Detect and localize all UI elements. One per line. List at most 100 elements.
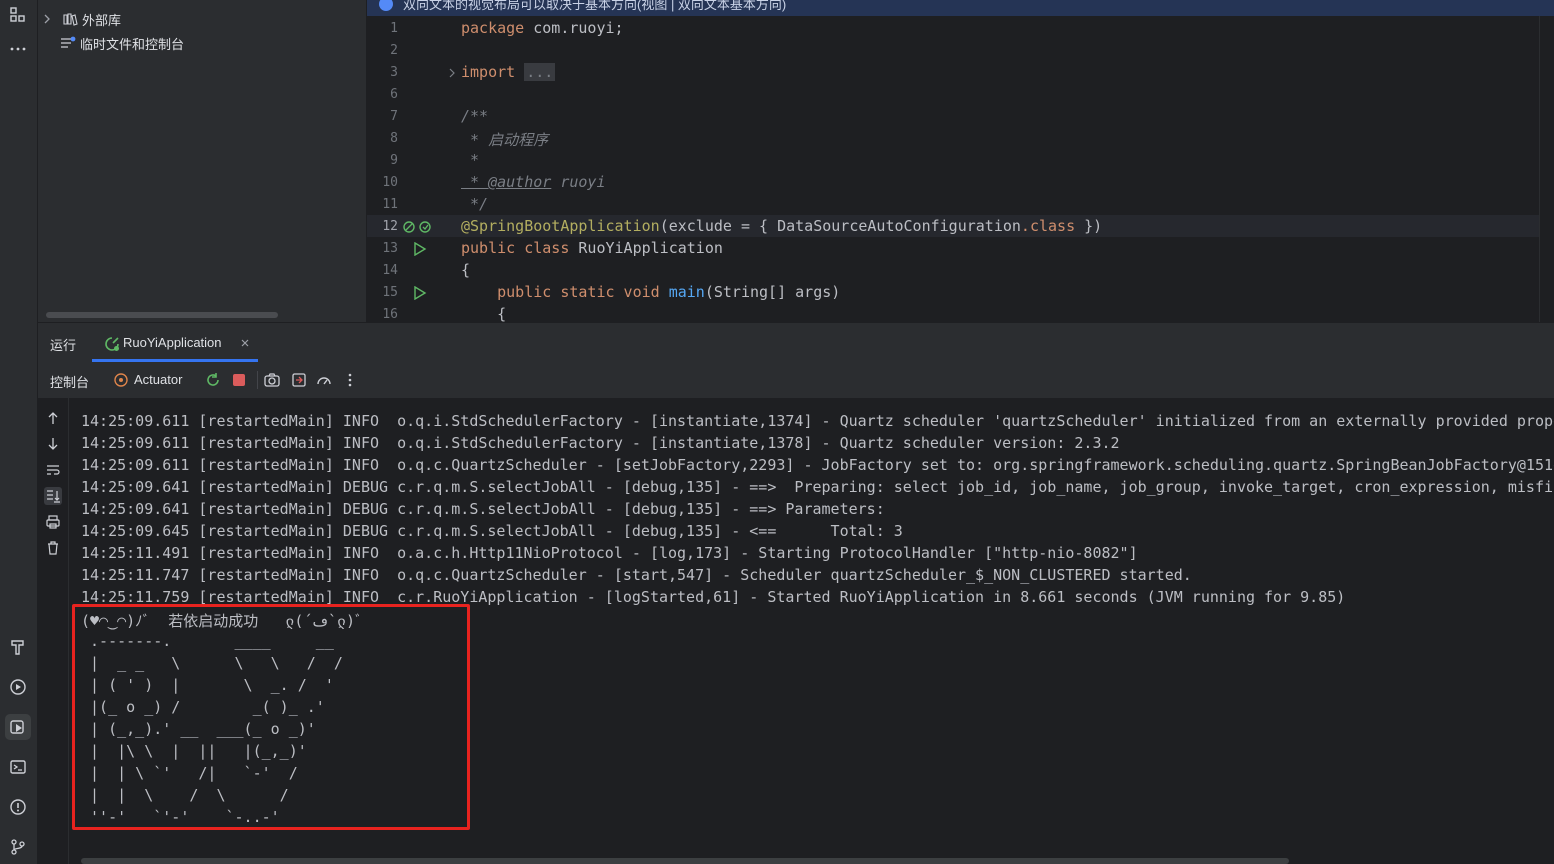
code-line-8: * 启动程序 xyxy=(461,131,549,149)
line-number: 13 xyxy=(382,241,398,256)
tab-actuator[interactable]: Actuator xyxy=(134,372,182,387)
code-line-3: import ... xyxy=(461,63,556,81)
code-line-10: * @author ruoyi xyxy=(461,173,606,191)
structure-icon[interactable] xyxy=(5,2,31,28)
toolbar-separator xyxy=(257,371,258,389)
line-number: 2 xyxy=(390,43,398,58)
javadoc-tag: * @author xyxy=(461,173,552,191)
git-icon[interactable] xyxy=(5,834,31,860)
line-number: 6 xyxy=(390,87,398,102)
profiler-icon[interactable] xyxy=(315,371,333,389)
keyword: package xyxy=(461,19,525,37)
keyword: public class xyxy=(461,239,570,257)
exit-icon[interactable] xyxy=(290,371,308,389)
console-side-toolbar xyxy=(38,398,69,864)
code-text: com.ruoyi; xyxy=(524,19,624,37)
editor-vertical-scrollbar[interactable] xyxy=(1539,16,1554,322)
bidi-notification-banner: 双向文本的视觉布局可以取决于基本方向(视图 | 双向文本基本方向) xyxy=(367,0,1554,16)
log-line: 14:25:09.645 [restartedMain] DEBUG c.r.q… xyxy=(81,522,903,540)
problems-icon[interactable] xyxy=(5,794,31,820)
line-number: 16 xyxy=(382,307,398,322)
log-line: 14:25:11.491 [restartedMain] INFO o.a.c.… xyxy=(81,544,1138,562)
scratches-icon xyxy=(61,36,76,48)
line-number: 9 xyxy=(390,153,398,168)
code-text: (String[] args) xyxy=(704,283,841,301)
log-line: 14:25:09.641 [restartedMain] DEBUG c.r.q… xyxy=(81,478,1554,496)
activity-bar xyxy=(0,0,38,864)
project-horizontal-scrollbar[interactable] xyxy=(46,312,278,318)
run-tool-window-header: 运行 RuoYiApplication xyxy=(38,322,1554,363)
banner-text: 双向文本的视觉布局可以取决于基本方向(视图 | 双向文本基本方向) xyxy=(403,0,787,12)
log-line: 14:25:09.641 [restartedMain] DEBUG c.r.q… xyxy=(81,500,894,518)
actuator-icon xyxy=(114,373,128,387)
code-line-16: { xyxy=(461,305,507,322)
fold-chevron-icon[interactable] xyxy=(448,68,456,78)
keyword: import xyxy=(461,63,516,81)
run-gutter-icon[interactable] xyxy=(413,242,427,256)
tree-item-label: 外部库 xyxy=(82,12,122,28)
spring-boot-run-icon xyxy=(105,337,119,351)
scroll-to-end-icon[interactable] xyxy=(44,487,62,505)
console-output[interactable]: 14:25:09.611 [restartedMain] INFO o.q.i.… xyxy=(69,398,1554,864)
line-number: 15 xyxy=(382,285,398,300)
spring-bean-gutter-icon[interactable] xyxy=(403,220,433,234)
close-icon[interactable] xyxy=(240,338,250,348)
more-vertical-icon[interactable] xyxy=(341,371,359,389)
log-line: 14:25:11.747 [restartedMain] INFO o.q.c.… xyxy=(81,566,1192,584)
line-number: 10 xyxy=(382,175,398,190)
rerun-icon[interactable] xyxy=(204,371,222,389)
line-number: 3 xyxy=(390,65,398,80)
arrow-up-icon[interactable] xyxy=(44,409,62,427)
class-name: RuoYiApplication xyxy=(569,239,723,257)
code-text: }) xyxy=(1075,217,1103,235)
trash-icon[interactable] xyxy=(44,539,62,557)
keyword: .class xyxy=(1020,217,1076,235)
arrow-down-icon[interactable] xyxy=(44,435,62,453)
highlight-box xyxy=(72,604,470,830)
library-icon xyxy=(63,13,78,26)
terminal-icon[interactable] xyxy=(5,754,31,780)
camera-icon[interactable] xyxy=(263,371,281,389)
line-number: 11 xyxy=(382,197,398,212)
run-gutter-icon[interactable] xyxy=(413,286,427,300)
code-line-9: * xyxy=(461,151,480,169)
keyword: public static void xyxy=(461,283,660,301)
soft-wrap-icon[interactable] xyxy=(44,461,62,479)
annotation: @SpringBootApplication xyxy=(461,217,660,235)
tree-item-label: 临时文件和控制台 xyxy=(80,36,185,52)
method-name: main xyxy=(659,283,705,301)
run-toolbar: 控制台 Actuator xyxy=(38,362,1554,399)
code-line-12: @SpringBootApplication(exclude = { DataS… xyxy=(461,217,1102,235)
line-number: 7 xyxy=(390,109,398,124)
log-line: 14:25:09.611 [restartedMain] INFO o.q.i.… xyxy=(81,412,1554,430)
run-panel-title: 运行 xyxy=(50,338,77,353)
stop-icon[interactable] xyxy=(230,371,248,389)
code-line-15: public static void main(String[] args) xyxy=(461,283,840,301)
tree-item-scratches[interactable]: 临时文件和控制台 xyxy=(60,32,184,54)
code-line-14: { xyxy=(461,261,471,279)
chevron-right-icon[interactable] xyxy=(42,14,52,24)
javadoc-value: ruoyi xyxy=(551,173,606,191)
log-line: 14:25:09.611 [restartedMain] INFO o.q.c.… xyxy=(81,456,1554,474)
run-icon[interactable] xyxy=(5,714,31,740)
code-text: (exclude = { DataSourceAutoConfiguration xyxy=(659,217,1021,235)
build-icon[interactable] xyxy=(5,634,31,660)
line-number: 1 xyxy=(390,21,398,36)
code-line-13: public class RuoYiApplication xyxy=(461,239,723,257)
more-icon[interactable] xyxy=(5,36,31,62)
code-line-7: /** xyxy=(461,107,489,125)
console-horizontal-scrollbar[interactable] xyxy=(81,858,1289,864)
info-icon xyxy=(379,0,393,11)
line-number: 12 xyxy=(382,219,398,234)
code-editor[interactable]: 1 2 3 6 7 8 9 10 11 12 13 14 15 16 packa… xyxy=(367,16,1554,322)
tree-item-external-libraries[interactable]: 外部库 xyxy=(42,8,121,30)
folded-imports[interactable]: ... xyxy=(524,63,556,81)
tab-console[interactable]: 控制台 xyxy=(50,372,89,391)
line-number: 8 xyxy=(390,131,398,146)
code-line-11: */ xyxy=(461,195,489,213)
services-icon[interactable] xyxy=(5,674,31,700)
run-tab-label: RuoYiApplication xyxy=(123,335,222,350)
log-line: 14:25:09.611 [restartedMain] INFO o.q.i.… xyxy=(81,434,1120,452)
tab-ruoyi-application[interactable]: RuoYiApplication xyxy=(92,323,258,363)
print-icon[interactable] xyxy=(44,513,62,531)
